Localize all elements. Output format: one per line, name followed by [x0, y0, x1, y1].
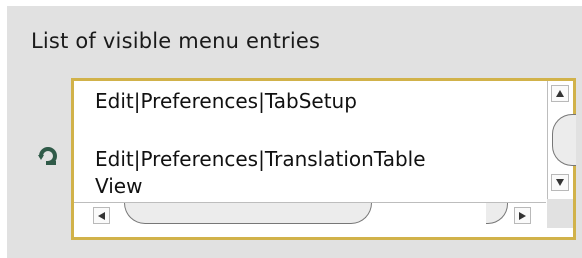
scrollbar-corner [547, 199, 573, 228]
menu-entries-panel: List of visible menu entries Edit|Prefer… [7, 6, 582, 258]
scroll-right-button[interactable] [514, 207, 531, 224]
section-caption: List of visible menu entries [31, 29, 321, 53]
horizontal-scroll-thumb-end [486, 203, 508, 224]
menu-entries-list[interactable]: Edit|Preferences|TabSetup Edit|Preferenc… [74, 81, 546, 199]
horizontal-scroll-thumb[interactable] [124, 203, 372, 224]
vertical-scroll-thumb[interactable] [552, 114, 576, 166]
list-item[interactable]: Edit|Preferences|TabSetup [95, 89, 357, 113]
vertical-scrollbar[interactable] [547, 81, 576, 199]
scroll-left-button[interactable] [93, 207, 110, 224]
list-item[interactable]: Edit|Preferences|TranslationTable [95, 147, 426, 171]
horizontal-scrollbar[interactable] [74, 202, 546, 229]
scroll-up-button[interactable] [551, 85, 569, 102]
menu-entries-listbox[interactable]: Edit|Preferences|TabSetup Edit|Preferenc… [71, 78, 576, 240]
list-item[interactable]: View [95, 174, 142, 198]
reset-icon[interactable] [37, 144, 59, 166]
scroll-down-button[interactable] [551, 174, 569, 191]
